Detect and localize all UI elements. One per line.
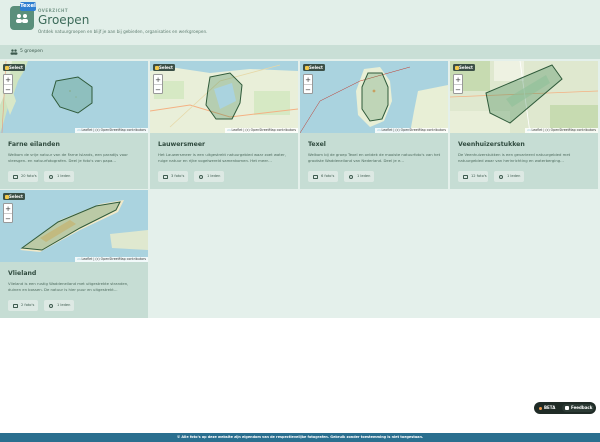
photos-button[interactable]: 3 foto's bbox=[158, 171, 188, 182]
photos-button[interactable]: 2 foto's bbox=[8, 300, 38, 311]
group-map[interactable]: Select + − ▭ Leaflet | (c) OpenStreetMap … bbox=[450, 61, 598, 133]
select-badge[interactable]: Select bbox=[3, 64, 25, 71]
card-body: Veenhuizerstukken De Veenhuizerstukken i… bbox=[450, 133, 598, 189]
group-map[interactable]: Select + − ▭ Leaflet | (c) OpenStreetMap … bbox=[0, 61, 148, 133]
zoom-control[interactable]: + − bbox=[3, 74, 13, 94]
floating-widget: BETA Feedback bbox=[534, 402, 596, 414]
group-icon bbox=[10, 49, 18, 55]
photos-button[interactable]: 12 foto's bbox=[458, 171, 488, 182]
feedback-button[interactable]: Feedback bbox=[562, 404, 594, 412]
card-title[interactable]: Vlieland bbox=[8, 270, 36, 277]
zoom-out-icon[interactable]: − bbox=[4, 214, 12, 224]
group-card-lauwersmeer[interactable]: Select + − ▭ Leaflet | (c) OpenStreetMap … bbox=[150, 61, 298, 189]
card-title[interactable]: Texel bbox=[308, 141, 326, 148]
card-body: Texel Welkom bij de groep Texel en ontde… bbox=[300, 133, 448, 189]
group-map[interactable]: Select + − ▭ Leaflet | (c) OpenStreetMap … bbox=[0, 190, 148, 262]
group-card-veenhuizerstukken[interactable]: Select + − ▭ Leaflet | (c) OpenStreetMap … bbox=[450, 61, 598, 189]
group-card-texel[interactable]: Select + − ▭ Leaflet | (c) OpenStreetMap … bbox=[300, 61, 448, 189]
member-icon bbox=[349, 174, 353, 179]
member-icon bbox=[49, 303, 53, 308]
page-title: Groepen bbox=[38, 13, 90, 27]
select-badge[interactable]: Select bbox=[303, 64, 325, 71]
group-map[interactable]: Select + − ▭ Leaflet | (c) OpenStreetMap … bbox=[150, 61, 298, 133]
zoom-in-icon[interactable]: + bbox=[304, 75, 312, 85]
page-subtitle: Ontdek natuurgroepen en blijf je aan bij… bbox=[38, 29, 208, 34]
card-description: Het Lauwersmeer is een uitgestrekt natuu… bbox=[158, 152, 286, 163]
members-button[interactable]: 1 leden bbox=[344, 171, 374, 182]
card-body: Farne eilanden Welkom de vrije natuur va… bbox=[0, 133, 148, 189]
member-icon bbox=[499, 174, 503, 179]
select-badge[interactable]: Select bbox=[3, 193, 25, 200]
select-badge[interactable]: Select bbox=[453, 64, 475, 71]
members-button[interactable]: 1 leden bbox=[44, 300, 74, 311]
zoom-control[interactable]: + − bbox=[153, 74, 163, 94]
feedback-icon bbox=[565, 406, 569, 410]
card-description: Welkom de vrije natuur van de Farne Isla… bbox=[8, 152, 128, 163]
zoom-control[interactable]: + − bbox=[453, 74, 463, 94]
group-icon bbox=[16, 14, 28, 23]
photo-icon bbox=[13, 303, 18, 308]
select-badge[interactable]: Select bbox=[153, 64, 175, 71]
photo-icon bbox=[463, 174, 468, 179]
member-icon bbox=[49, 174, 53, 179]
zoom-control[interactable]: + − bbox=[3, 203, 13, 223]
photo-icon bbox=[163, 174, 168, 179]
card-description: Welkom bij de groep Texel en ontdek de m… bbox=[308, 152, 441, 163]
zoom-out-icon[interactable]: − bbox=[304, 85, 312, 95]
members-button[interactable]: 1 leden bbox=[494, 171, 524, 182]
beta-badge[interactable]: BETA bbox=[538, 404, 555, 412]
group-count: 5 groepen bbox=[20, 49, 43, 54]
photo-icon bbox=[13, 174, 18, 179]
page-header: Texel OVERZICHT Groepen Ontdek natuurgro… bbox=[0, 0, 600, 45]
zoom-in-icon[interactable]: + bbox=[4, 204, 12, 214]
members-button[interactable]: 1 leden bbox=[194, 171, 224, 182]
photo-icon bbox=[313, 174, 318, 179]
group-card-farne[interactable]: Select + − ▭ Leaflet | (c) OpenStreetMap … bbox=[0, 61, 148, 189]
member-icon bbox=[199, 174, 203, 179]
zoom-control[interactable]: + − bbox=[303, 74, 313, 94]
zoom-out-icon[interactable]: − bbox=[4, 85, 12, 95]
card-description: Vlieland is een rustig Waddeneiland met … bbox=[8, 281, 129, 292]
card-title[interactable]: Lauwersmeer bbox=[158, 141, 205, 148]
card-body: Lauwersmeer Het Lauwersmeer is een uitge… bbox=[150, 133, 298, 189]
group-map[interactable]: Select + − ▭ Leaflet | (c) OpenStreetMap … bbox=[300, 61, 448, 133]
card-title[interactable]: Veenhuizerstukken bbox=[458, 141, 525, 148]
zoom-in-icon[interactable]: + bbox=[454, 75, 462, 85]
zoom-out-icon[interactable]: − bbox=[154, 85, 162, 95]
footer-copyright: © Alle foto's op deze website zijn eigen… bbox=[0, 433, 600, 442]
card-description: De Veenhuizerstukken is een gevarieerd n… bbox=[458, 152, 571, 163]
photos-button[interactable]: 6 foto's bbox=[308, 171, 338, 182]
zoom-in-icon[interactable]: + bbox=[154, 75, 162, 85]
zoom-out-icon[interactable]: − bbox=[454, 85, 462, 95]
group-card-vlieland[interactable]: Select + − ▭ Leaflet | (c) OpenStreetMap … bbox=[0, 190, 148, 318]
members-button[interactable]: 1 leden bbox=[44, 171, 74, 182]
card-body: Vlieland Vlieland is een rustig Waddenei… bbox=[0, 262, 148, 318]
card-title[interactable]: Farne eilanden bbox=[8, 141, 60, 148]
zoom-in-icon[interactable]: + bbox=[4, 75, 12, 85]
region-badge[interactable]: Texel bbox=[20, 2, 36, 11]
photos-button[interactable]: 20 foto's bbox=[8, 171, 38, 182]
group-count-bar: 5 groepen bbox=[0, 45, 600, 59]
